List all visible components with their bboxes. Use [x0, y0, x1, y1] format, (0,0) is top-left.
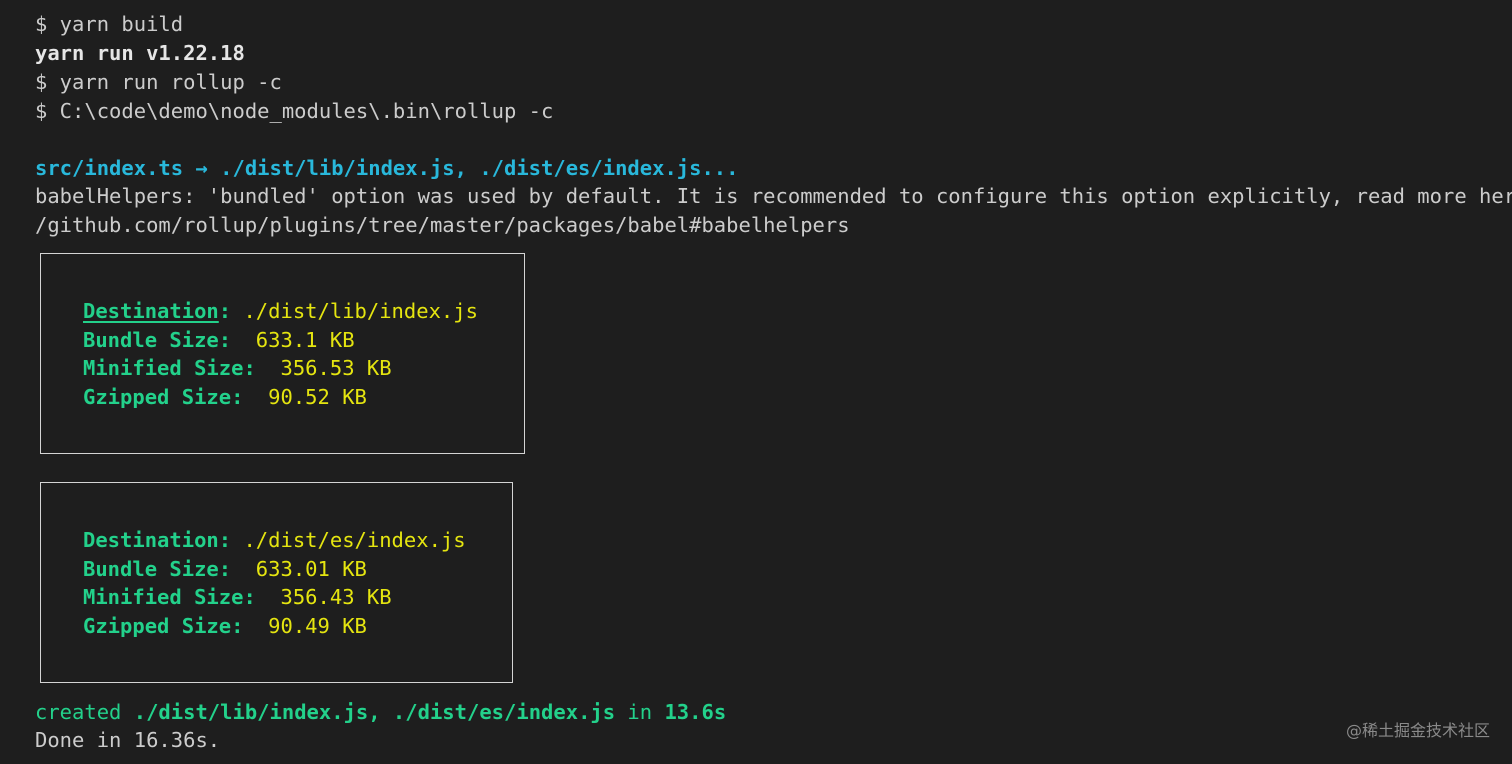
created-line: created ./dist/lib/index.js, ./dist/es/i…	[35, 698, 726, 727]
bundle-size-label: Bundle Size:	[83, 328, 256, 352]
minified-size-label: Minified Size:	[83, 585, 281, 609]
minified-size-label: Minified Size:	[83, 356, 281, 380]
bundle-size-row: Bundle Size: 633.1 KB	[83, 326, 355, 355]
minified-size-value: 356.53 KB	[280, 356, 392, 380]
gzipped-size-label: Gzipped Size:	[83, 385, 269, 409]
watermark: @稀土掘金技术社区	[1345, 721, 1490, 740]
gzipped-size-value: 90.52 KB	[268, 385, 367, 409]
destination-label: Destination	[83, 528, 219, 552]
created-outputs: ./dist/lib/index.js, ./dist/es/index.js	[133, 700, 616, 724]
destination-label: Destination	[83, 299, 219, 323]
minified-size-row: Minified Size: 356.53 KB	[83, 354, 392, 383]
destination-row: Destination: ./dist/lib/index.js	[83, 297, 478, 326]
gzipped-size-row: Gzipped Size: 90.52 KB	[83, 383, 367, 412]
bundle-size-value: 633.01 KB	[255, 557, 367, 581]
minified-size-row: Minified Size: 356.43 KB	[83, 583, 392, 612]
gzipped-size-row: Gzipped Size: 90.49 KB	[83, 612, 367, 641]
bundle-header-line: src/index.ts → ./dist/lib/index.js, ./di…	[35, 156, 739, 180]
destination-row: Destination: ./dist/es/index.js	[83, 526, 466, 555]
done-line: Done in 16.36s.	[35, 728, 221, 752]
command-line-yarn-build: $ yarn build	[35, 12, 184, 36]
gzipped-size-value: 90.49 KB	[268, 614, 367, 638]
bundle-size-row: Bundle Size: 633.01 KB	[83, 555, 367, 584]
destination-colon: :	[218, 299, 244, 323]
created-word: created	[35, 700, 134, 724]
minified-size-value: 356.43 KB	[280, 585, 392, 609]
created-in-word: in	[615, 700, 665, 724]
destination-colon: :	[218, 528, 244, 552]
destination-value: ./dist/lib/index.js	[243, 299, 478, 323]
created-duration: 13.6s	[664, 700, 727, 724]
bundle-size-value: 633.1 KB	[255, 328, 355, 352]
summary-box-lib: Destination: ./dist/lib/index.js Bundle …	[40, 253, 525, 454]
babel-warning-line-2: /github.com/rollup/plugins/tree/master/p…	[35, 213, 850, 237]
command-line-rollup: $ yarn run rollup -c	[35, 70, 282, 94]
yarn-version-line: yarn run v1.22.18	[35, 41, 245, 65]
gzipped-size-label: Gzipped Size:	[83, 614, 269, 638]
summary-box-es: Destination: ./dist/es/index.js Bundle S…	[40, 482, 513, 683]
command-line-rollup-path: $ C:\code\demo\node_modules\.bin\rollup …	[35, 99, 554, 123]
terminal-output[interactable]: $ yarn build yarn run v1.22.18 $ yarn ru…	[0, 0, 1512, 764]
babel-warning-line-1: babelHelpers: 'bundled' option was used …	[35, 184, 1512, 208]
destination-value: ./dist/es/index.js	[243, 528, 466, 552]
bundle-size-label: Bundle Size:	[83, 557, 256, 581]
